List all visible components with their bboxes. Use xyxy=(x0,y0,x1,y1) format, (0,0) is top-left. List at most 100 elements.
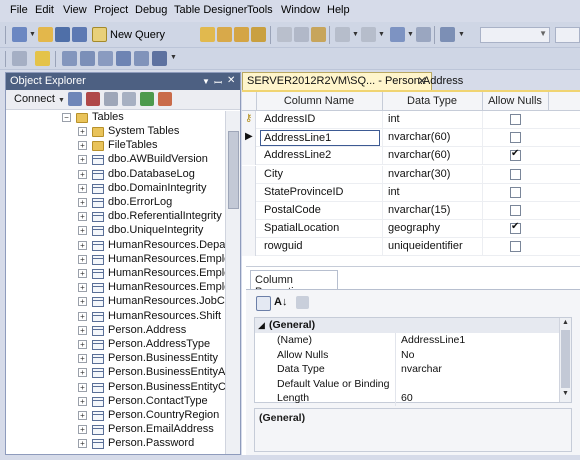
allow-nulls-checkbox[interactable] xyxy=(510,221,521,235)
menu-table-designer[interactable]: Table Designer xyxy=(174,4,247,16)
allow-nulls-checkbox[interactable] xyxy=(510,168,521,180)
alphabetical-icon[interactable]: A↓ xyxy=(274,296,287,308)
expand-icon[interactable]: + xyxy=(78,311,87,321)
filter-icon[interactable] xyxy=(122,92,136,106)
row-selector[interactable] xyxy=(242,183,256,202)
tree-node[interactable]: + dbo.AWBuildVersion xyxy=(6,153,221,167)
tree-node[interactable]: + Person.BusinessEntityAddre xyxy=(6,366,225,380)
expand-icon[interactable]: + xyxy=(78,354,87,364)
expand-icon[interactable]: + xyxy=(78,141,87,151)
expand-icon[interactable]: + xyxy=(78,169,87,179)
menu-project[interactable]: Project xyxy=(94,4,128,16)
grid-row[interactable]: ▶ AddressLine1 nvarchar(60) xyxy=(242,129,580,148)
database-engine-query-icon[interactable] xyxy=(200,27,215,42)
column-name-header[interactable]: Column Name xyxy=(256,95,382,107)
tree-node-tables[interactable]: − Tables xyxy=(6,111,221,125)
relationships-icon[interactable] xyxy=(62,51,77,66)
expand-icon[interactable]: + xyxy=(78,368,87,378)
stop-icon[interactable] xyxy=(104,92,118,106)
data-type-cell[interactable]: nvarchar(30) xyxy=(388,168,450,180)
scrollbar-thumb[interactable] xyxy=(228,131,239,209)
data-type-cell[interactable]: geography xyxy=(388,222,440,234)
grid-row[interactable]: rowguid uniqueidentifier xyxy=(242,238,580,257)
row-selector[interactable]: ⚷ xyxy=(242,111,256,129)
expand-icon[interactable]: + xyxy=(78,212,87,222)
expand-icon[interactable]: + xyxy=(78,396,87,406)
menu-window[interactable]: Window xyxy=(281,4,320,16)
tree-node[interactable]: + HumanResources.Departme xyxy=(6,239,225,253)
allow-nulls-checkbox[interactable] xyxy=(510,132,521,144)
toolbar-options-icon[interactable]: ▼ xyxy=(170,54,177,61)
expand-icon[interactable]: + xyxy=(78,340,87,349)
manage-xml-indexes-icon[interactable] xyxy=(116,51,131,66)
collapse-icon[interactable]: − xyxy=(62,113,71,122)
property-grid-scrollbar[interactable]: ▲ ▼ xyxy=(559,318,571,402)
xmla-query-icon[interactable] xyxy=(251,27,266,42)
table-designer-tab[interactable]: SERVER2012R2VM\SQ... - Person.Address ✕ xyxy=(242,72,463,90)
column-name-cell[interactable]: PostalCode xyxy=(264,204,321,216)
tree-node[interactable]: + dbo.DatabaseLog xyxy=(6,168,221,182)
tree-node[interactable]: + HumanResources.JobCandi xyxy=(6,295,225,309)
undo-icon[interactable] xyxy=(335,27,350,42)
column-name-cell[interactable]: City xyxy=(264,168,283,180)
menu-file[interactable]: File xyxy=(10,4,28,16)
grid-row[interactable]: PostalCode nvarchar(15) xyxy=(242,202,580,220)
manage-fulltext-icon[interactable] xyxy=(98,51,113,66)
row-selector[interactable]: ▶ xyxy=(242,129,256,148)
tree-node[interactable]: + Person.ContactType xyxy=(6,395,221,409)
mdx-query-icon[interactable] xyxy=(234,27,249,42)
allow-nulls-checkbox[interactable] xyxy=(510,114,521,125)
paste-icon[interactable] xyxy=(311,27,326,42)
platform-combo[interactable] xyxy=(555,27,580,43)
grid-row[interactable]: AddressLine2 nvarchar(60) xyxy=(242,147,580,166)
scrollbar-thumb[interactable] xyxy=(561,330,570,388)
chevron-down-icon[interactable]: ▼ xyxy=(58,97,65,104)
row-selector[interactable] xyxy=(242,220,256,239)
expand-icon[interactable]: + xyxy=(78,198,87,207)
expand-icon[interactable]: + xyxy=(78,411,87,420)
dropdown-arrow-icon[interactable]: ▼ xyxy=(407,31,414,38)
cut-icon[interactable] xyxy=(277,27,292,42)
tree-node[interactable]: + FileTables xyxy=(6,139,221,153)
tree-node[interactable]: + Person.AddressType xyxy=(6,338,221,352)
open-file-icon[interactable] xyxy=(38,27,53,42)
column-name-cell[interactable]: SpatialLocation xyxy=(264,222,339,234)
expand-icon[interactable]: + xyxy=(78,382,87,392)
property-row[interactable]: Length 60 xyxy=(255,391,571,407)
menu-edit[interactable]: Edit xyxy=(35,4,54,16)
menu-debug[interactable]: Debug xyxy=(135,4,167,16)
data-type-cell[interactable]: uniqueidentifier xyxy=(388,240,463,252)
dropdown-arrow-icon[interactable]: ▼ xyxy=(458,31,465,38)
categorized-icon[interactable] xyxy=(256,296,271,311)
connect-button[interactable]: Connect xyxy=(14,93,55,105)
allow-nulls-checkbox[interactable] xyxy=(510,148,521,162)
manage-spatial-indexes-icon[interactable] xyxy=(152,51,167,66)
redo-icon[interactable] xyxy=(361,27,376,42)
tree-node[interactable]: + HumanResources.Employee xyxy=(6,253,225,267)
grid-row[interactable]: StateProvinceID int xyxy=(242,183,580,202)
expand-icon[interactable]: + xyxy=(78,325,87,335)
analysis-query-icon[interactable] xyxy=(217,27,232,42)
row-selector[interactable] xyxy=(242,202,256,220)
tree-node[interactable]: + HumanResources.Shift xyxy=(6,310,221,324)
tree-node[interactable]: + Person.Password xyxy=(6,437,221,451)
tree-node[interactable]: + HumanResources.Employee xyxy=(6,267,225,281)
property-category-general[interactable]: ◢ (General) xyxy=(255,318,571,333)
tree-node[interactable]: + Person.CountryRegion xyxy=(6,409,221,423)
tree-node[interactable]: + dbo.DomainIntegrity xyxy=(6,182,221,196)
property-row[interactable]: Data Type nvarchar xyxy=(255,362,571,378)
pin-icon[interactable]: ꟷ xyxy=(214,75,222,89)
column-name-cell[interactable]: AddressID xyxy=(264,113,315,125)
solution-configuration-combo[interactable]: ▼ xyxy=(480,27,550,43)
menu-tools[interactable]: Tools xyxy=(247,4,273,16)
save-icon[interactable] xyxy=(55,27,70,42)
column-name-cell[interactable]: AddressLine1 xyxy=(260,130,380,147)
data-type-cell[interactable]: nvarchar(60) xyxy=(388,131,450,143)
row-selector[interactable] xyxy=(242,238,256,257)
dropdown-arrow-icon[interactable]: ▼ xyxy=(352,31,359,38)
tree-node[interactable]: + System Tables xyxy=(6,125,221,139)
copy-icon[interactable] xyxy=(294,27,309,42)
tree-node[interactable]: + Person.Address xyxy=(6,324,221,338)
expand-icon[interactable]: + xyxy=(78,127,87,136)
manage-check-constraints-icon[interactable] xyxy=(134,51,149,66)
